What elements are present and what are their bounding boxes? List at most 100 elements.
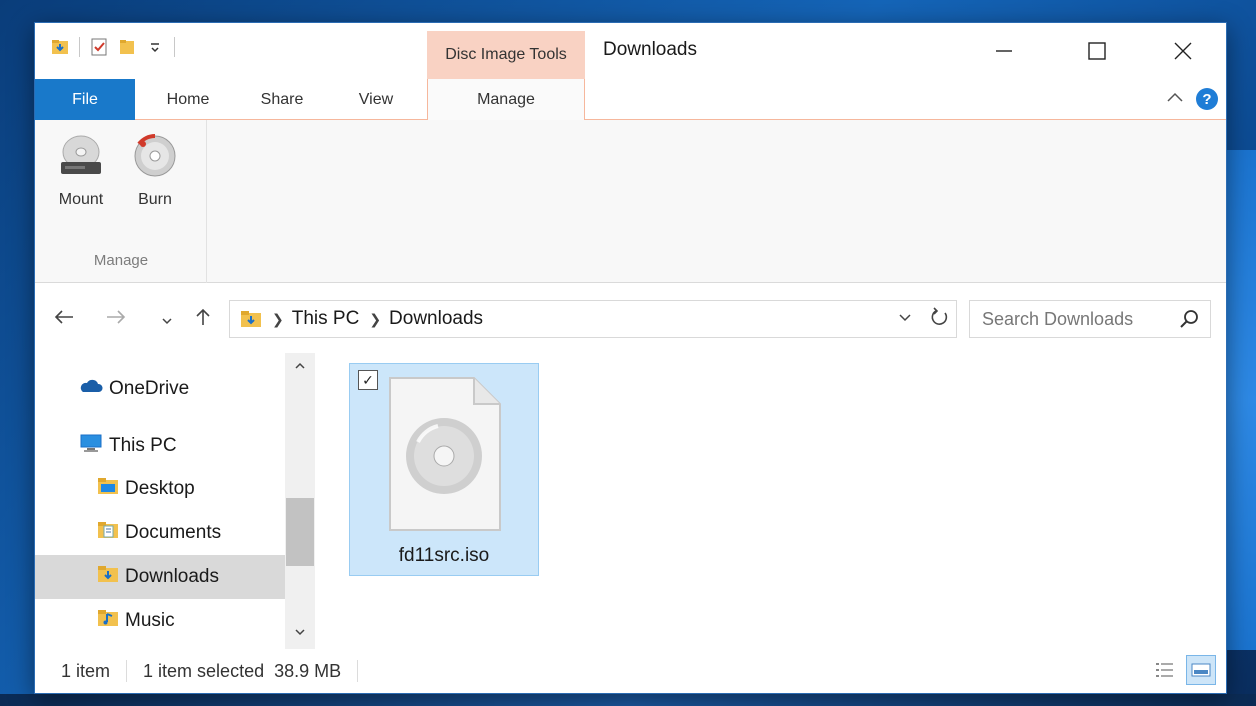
status-separator bbox=[357, 660, 359, 682]
minimize-icon bbox=[996, 50, 1012, 52]
chevron-up-icon bbox=[1167, 92, 1183, 102]
toolbar-separator bbox=[79, 37, 80, 57]
ribbon-tabs: File Home Share View Manage ? bbox=[35, 79, 1226, 121]
address-controls bbox=[898, 307, 950, 332]
chevron-up-icon bbox=[295, 362, 305, 369]
desktop-folder-icon bbox=[97, 477, 119, 501]
ribbon-controls: ? bbox=[1166, 88, 1218, 110]
nav-item-downloads[interactable]: Downloads bbox=[35, 555, 285, 599]
file-explorer-window: Disc Image Tools Downloads File Home Sha… bbox=[34, 22, 1227, 694]
this-pc-icon bbox=[79, 433, 103, 459]
scroll-thumb[interactable] bbox=[286, 498, 314, 566]
folder-down-icon[interactable] bbox=[51, 38, 69, 56]
details-view-icon bbox=[1156, 663, 1173, 677]
burn-disc-icon bbox=[134, 134, 176, 177]
onedrive-icon bbox=[79, 378, 103, 400]
large-icons-view-icon bbox=[1191, 663, 1211, 677]
tab-file[interactable]: File bbox=[35, 79, 135, 120]
address-bar[interactable]: ❯ This PC ❯ Downloads bbox=[229, 300, 957, 338]
nav-item-label: OneDrive bbox=[109, 378, 190, 399]
forward-arrow-icon bbox=[107, 310, 126, 324]
ribbon-group-label: Manage bbox=[93, 252, 149, 269]
up-button[interactable] bbox=[193, 307, 213, 333]
nav-item-label: Downloads bbox=[125, 566, 219, 587]
quick-access-toolbar bbox=[51, 37, 175, 57]
customize-toolbar-icon[interactable] bbox=[146, 38, 164, 56]
collapse-ribbon-button[interactable] bbox=[1166, 90, 1184, 109]
ribbon-panel: Mount Burn Manage bbox=[35, 120, 1226, 283]
mount-button[interactable]: Mount bbox=[51, 132, 111, 209]
disc-drive-icon bbox=[61, 135, 101, 174]
large-icons-view-button[interactable] bbox=[1186, 655, 1216, 685]
toolbar-separator bbox=[174, 37, 175, 57]
burn-label: Burn bbox=[138, 191, 172, 208]
file-item[interactable]: ✓ fd11src.iso bbox=[349, 363, 539, 576]
nav-item-this-pc[interactable]: This PC bbox=[35, 424, 285, 468]
status-bar: 1 item 1 item selected 38.9 MB bbox=[35, 649, 1226, 693]
search-icon bbox=[1178, 308, 1200, 335]
back-arrow-icon bbox=[54, 310, 73, 324]
details-view-button[interactable] bbox=[1150, 655, 1180, 685]
contextual-tab-group-label: Disc Image Tools bbox=[427, 31, 585, 79]
close-button[interactable] bbox=[1147, 29, 1219, 73]
file-list: ✓ fd11src.iso bbox=[317, 353, 1226, 649]
chevron-down-icon bbox=[899, 314, 911, 322]
chevron-down-icon bbox=[162, 318, 172, 325]
help-button[interactable]: ? bbox=[1196, 88, 1218, 110]
status-separator bbox=[126, 660, 128, 682]
navigation-bar: ❯ This PC ❯ Downloads Search Downloads bbox=[35, 283, 1226, 353]
search-input[interactable]: Search Downloads bbox=[969, 300, 1211, 338]
downloads-folder-icon bbox=[97, 565, 119, 589]
tab-share[interactable]: Share bbox=[247, 79, 317, 120]
burn-button[interactable]: Burn bbox=[125, 132, 185, 209]
back-button[interactable] bbox=[53, 307, 75, 333]
close-icon bbox=[1174, 42, 1192, 60]
nav-item-label: Desktop bbox=[125, 478, 195, 499]
new-folder-icon[interactable] bbox=[118, 38, 136, 56]
item-count: 1 item bbox=[61, 660, 111, 681]
window-title: Downloads bbox=[603, 39, 697, 60]
nav-scrollbar[interactable] bbox=[285, 353, 315, 649]
mount-label: Mount bbox=[58, 191, 104, 208]
nav-item-label: This PC bbox=[109, 435, 177, 456]
scroll-up-button[interactable] bbox=[285, 359, 315, 374]
breadcrumb-separator: ❯ bbox=[272, 310, 284, 327]
refresh-icon bbox=[931, 307, 948, 325]
music-folder-icon bbox=[97, 609, 119, 633]
documents-folder-icon bbox=[97, 521, 119, 545]
maximize-icon bbox=[1088, 42, 1106, 60]
search-placeholder: Search Downloads bbox=[982, 308, 1134, 329]
nav-item-music[interactable]: Music bbox=[35, 599, 285, 643]
refresh-button[interactable] bbox=[930, 307, 950, 332]
taskbar-edge bbox=[0, 694, 1256, 706]
tab-view[interactable]: View bbox=[341, 79, 411, 120]
tab-manage[interactable]: Manage bbox=[427, 79, 585, 121]
chevron-down-icon bbox=[295, 629, 305, 636]
file-name: fd11src.iso bbox=[398, 545, 490, 566]
nav-item-label: Music bbox=[125, 610, 175, 631]
recent-locations-button[interactable] bbox=[161, 310, 173, 333]
nav-item-documents[interactable]: Documents bbox=[35, 511, 285, 555]
address-history-button[interactable] bbox=[898, 310, 912, 329]
ribbon-group-manage: Mount Burn Manage bbox=[35, 120, 207, 283]
nav-item-label: Documents bbox=[125, 522, 222, 543]
title-bar: Disc Image Tools Downloads bbox=[35, 23, 1226, 79]
breadcrumb-separator: ❯ bbox=[369, 310, 382, 327]
nav-item-onedrive[interactable]: OneDrive bbox=[35, 367, 285, 411]
tab-home[interactable]: Home bbox=[153, 79, 223, 120]
breadcrumb-downloads[interactable]: Downloads bbox=[389, 308, 483, 330]
view-switcher bbox=[1150, 655, 1216, 685]
maximize-button[interactable] bbox=[1061, 29, 1133, 73]
downloads-folder-icon bbox=[240, 310, 262, 328]
selection-info: 1 item selected 38.9 MB bbox=[143, 660, 342, 681]
breadcrumb-this-pc[interactable]: This PC bbox=[292, 308, 360, 330]
scroll-down-button[interactable] bbox=[285, 625, 315, 640]
item-checkbox[interactable]: ✓ bbox=[358, 370, 378, 390]
minimize-button[interactable] bbox=[968, 29, 1040, 73]
navigation-pane: OneDrive This PC Desktop Documents Downl… bbox=[35, 353, 317, 649]
forward-button[interactable] bbox=[105, 307, 127, 333]
properties-icon[interactable] bbox=[90, 38, 108, 56]
nav-item-desktop[interactable]: Desktop bbox=[35, 467, 285, 511]
up-arrow-icon bbox=[196, 308, 210, 325]
disc-image-file-icon bbox=[388, 376, 502, 537]
